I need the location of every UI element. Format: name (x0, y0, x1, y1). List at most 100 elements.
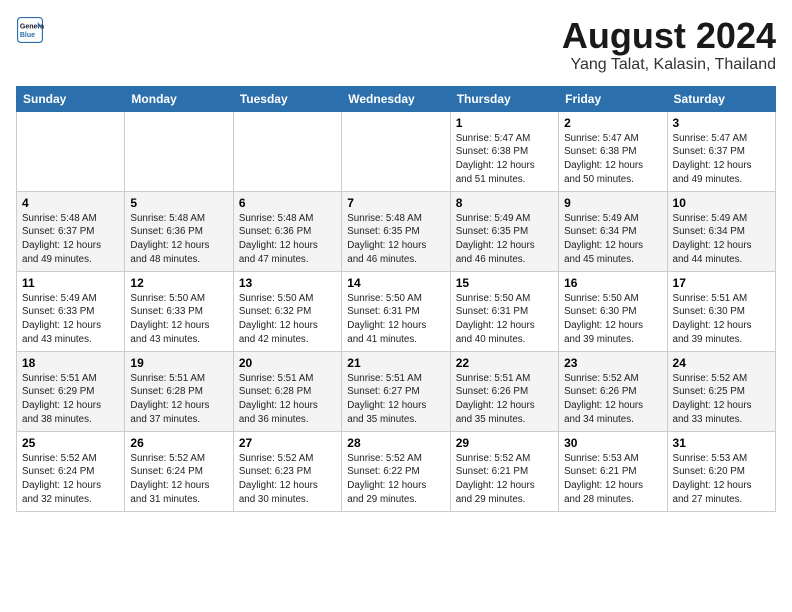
day-number: 13 (239, 276, 336, 290)
day-info: Sunrise: 5:50 AM Sunset: 6:33 PM Dayligh… (130, 292, 227, 347)
day-number: 26 (130, 436, 227, 450)
week-row-1: 1Sunrise: 5:47 AM Sunset: 6:38 PM Daylig… (17, 111, 776, 191)
day-info: Sunrise: 5:52 AM Sunset: 6:21 PM Dayligh… (456, 452, 553, 507)
day-info: Sunrise: 5:50 AM Sunset: 6:32 PM Dayligh… (239, 292, 336, 347)
day-number: 12 (130, 276, 227, 290)
day-info: Sunrise: 5:51 AM Sunset: 6:26 PM Dayligh… (456, 372, 553, 427)
calendar-cell: 20Sunrise: 5:51 AM Sunset: 6:28 PM Dayli… (233, 351, 341, 431)
day-number: 9 (564, 196, 661, 210)
day-number: 14 (347, 276, 444, 290)
calendar-cell: 31 Sunrise: 5:53 AM Sunset: 6:20 PM Dayli… (667, 431, 775, 511)
calendar-title: August 2024 (562, 16, 776, 56)
day-number: 31 (673, 436, 770, 450)
calendar-cell: 23 Sunrise: 5:52 AM Sunset: 6:26 PM Dayli… (559, 351, 667, 431)
day-info: Sunrise: 5:53 AM Sunset: 6:21 PM Dayligh… (564, 452, 661, 507)
day-info: Sunrise: 5:49 AM Sunset: 6:33 PM Dayligh… (22, 292, 119, 347)
calendar-cell: 14 Sunrise: 5:50 AM Sunset: 6:31 PM Dayli… (342, 271, 450, 351)
calendar-cell: 6Sunrise: 5:48 AM Sunset: 6:36 PM Daylig… (233, 191, 341, 271)
weekday-header-row: SundayMondayTuesdayWednesdayThursdayFrid… (17, 86, 776, 111)
day-number: 29 (456, 436, 553, 450)
weekday-header-friday: Friday (559, 86, 667, 111)
day-info: Sunrise: 5:51 AM Sunset: 6:29 PM Dayligh… (22, 372, 119, 427)
day-info: Sunrise: 5:50 AM Sunset: 6:31 PM Dayligh… (456, 292, 553, 347)
calendar-cell: 18Sunrise: 5:51 AM Sunset: 6:29 PM Dayli… (17, 351, 125, 431)
calendar-cell: 26 Sunrise: 5:52 AM Sunset: 6:24 PM Dayli… (125, 431, 233, 511)
calendar-cell: 16Sunrise: 5:50 AM Sunset: 6:30 PM Dayli… (559, 271, 667, 351)
day-number: 4 (22, 196, 119, 210)
day-info: Sunrise: 5:47 AM Sunset: 6:37 PM Dayligh… (673, 132, 770, 187)
calendar-cell: 22 Sunrise: 5:51 AM Sunset: 6:26 PM Dayli… (450, 351, 558, 431)
calendar-cell: 3 Sunrise: 5:47 AM Sunset: 6:37 PM Daylig… (667, 111, 775, 191)
day-info: Sunrise: 5:51 AM Sunset: 6:27 PM Dayligh… (347, 372, 444, 427)
calendar-cell: 4 Sunrise: 5:48 AM Sunset: 6:37 PM Daylig… (17, 191, 125, 271)
day-number: 10 (673, 196, 770, 210)
calendar-cell: 29 Sunrise: 5:52 AM Sunset: 6:21 PM Dayli… (450, 431, 558, 511)
day-number: 15 (456, 276, 553, 290)
page-header: General Blue August 2024 Yang Talat, Kal… (16, 16, 776, 74)
calendar-cell: 24 Sunrise: 5:52 AM Sunset: 6:25 PM Dayli… (667, 351, 775, 431)
weekday-header-saturday: Saturday (667, 86, 775, 111)
calendar-cell: 27 Sunrise: 5:52 AM Sunset: 6:23 PM Dayli… (233, 431, 341, 511)
calendar-cell: 8 Sunrise: 5:49 AM Sunset: 6:35 PM Daylig… (450, 191, 558, 271)
day-number: 22 (456, 356, 553, 370)
day-info: Sunrise: 5:49 AM Sunset: 6:34 PM Dayligh… (673, 212, 770, 267)
calendar-cell: 17 Sunrise: 5:51 AM Sunset: 6:30 PM Dayli… (667, 271, 775, 351)
week-row-4: 18Sunrise: 5:51 AM Sunset: 6:29 PM Dayli… (17, 351, 776, 431)
day-number: 5 (130, 196, 227, 210)
day-info: Sunrise: 5:49 AM Sunset: 6:35 PM Dayligh… (456, 212, 553, 267)
day-info: Sunrise: 5:52 AM Sunset: 6:22 PM Dayligh… (347, 452, 444, 507)
day-info: Sunrise: 5:52 AM Sunset: 6:26 PM Dayligh… (564, 372, 661, 427)
day-info: Sunrise: 5:48 AM Sunset: 6:37 PM Dayligh… (22, 212, 119, 267)
day-number: 19 (130, 356, 227, 370)
svg-text:General: General (20, 23, 44, 30)
calendar-cell (233, 111, 341, 191)
day-number: 25 (22, 436, 119, 450)
weekday-header-tuesday: Tuesday (233, 86, 341, 111)
calendar-cell (342, 111, 450, 191)
day-info: Sunrise: 5:48 AM Sunset: 6:36 PM Dayligh… (130, 212, 227, 267)
logo-icon: General Blue (16, 16, 44, 44)
weekday-header-monday: Monday (125, 86, 233, 111)
day-info: Sunrise: 5:51 AM Sunset: 6:28 PM Dayligh… (239, 372, 336, 427)
logo: General Blue (16, 16, 44, 44)
day-number: 24 (673, 356, 770, 370)
day-info: Sunrise: 5:47 AM Sunset: 6:38 PM Dayligh… (564, 132, 661, 187)
day-number: 16 (564, 276, 661, 290)
weekday-header-wednesday: Wednesday (342, 86, 450, 111)
calendar-cell: 5 Sunrise: 5:48 AM Sunset: 6:36 PM Daylig… (125, 191, 233, 271)
day-info: Sunrise: 5:51 AM Sunset: 6:28 PM Dayligh… (130, 372, 227, 427)
day-info: Sunrise: 5:52 AM Sunset: 6:24 PM Dayligh… (22, 452, 119, 507)
day-number: 8 (456, 196, 553, 210)
calendar-cell: 9Sunrise: 5:49 AM Sunset: 6:34 PM Daylig… (559, 191, 667, 271)
day-number: 6 (239, 196, 336, 210)
calendar-cell: 12 Sunrise: 5:50 AM Sunset: 6:33 PM Dayli… (125, 271, 233, 351)
day-number: 30 (564, 436, 661, 450)
day-info: Sunrise: 5:47 AM Sunset: 6:38 PM Dayligh… (456, 132, 553, 187)
svg-text:Blue: Blue (20, 32, 35, 39)
day-info: Sunrise: 5:51 AM Sunset: 6:30 PM Dayligh… (673, 292, 770, 347)
day-info: Sunrise: 5:50 AM Sunset: 6:31 PM Dayligh… (347, 292, 444, 347)
day-info: Sunrise: 5:52 AM Sunset: 6:24 PM Dayligh… (130, 452, 227, 507)
day-number: 21 (347, 356, 444, 370)
day-number: 3 (673, 116, 770, 130)
calendar-cell: 28 Sunrise: 5:52 AM Sunset: 6:22 PM Dayli… (342, 431, 450, 511)
day-number: 17 (673, 276, 770, 290)
calendar-cell: 1Sunrise: 5:47 AM Sunset: 6:38 PM Daylig… (450, 111, 558, 191)
calendar-cell: 2Sunrise: 5:47 AM Sunset: 6:38 PM Daylig… (559, 111, 667, 191)
day-number: 28 (347, 436, 444, 450)
calendar-cell: 7Sunrise: 5:48 AM Sunset: 6:35 PM Daylig… (342, 191, 450, 271)
title-block: August 2024 Yang Talat, Kalasin, Thailan… (562, 16, 776, 74)
day-info: Sunrise: 5:53 AM Sunset: 6:20 PM Dayligh… (673, 452, 770, 507)
day-number: 27 (239, 436, 336, 450)
day-number: 11 (22, 276, 119, 290)
day-info: Sunrise: 5:52 AM Sunset: 6:25 PM Dayligh… (673, 372, 770, 427)
calendar-cell: 10 Sunrise: 5:49 AM Sunset: 6:34 PM Dayli… (667, 191, 775, 271)
weekday-header-sunday: Sunday (17, 86, 125, 111)
day-number: 7 (347, 196, 444, 210)
week-row-2: 4 Sunrise: 5:48 AM Sunset: 6:37 PM Daylig… (17, 191, 776, 271)
calendar-cell: 19 Sunrise: 5:51 AM Sunset: 6:28 PM Dayli… (125, 351, 233, 431)
calendar-cell: 21 Sunrise: 5:51 AM Sunset: 6:27 PM Dayli… (342, 351, 450, 431)
day-info: Sunrise: 5:52 AM Sunset: 6:23 PM Dayligh… (239, 452, 336, 507)
day-number: 23 (564, 356, 661, 370)
calendar-subtitle: Yang Talat, Kalasin, Thailand (562, 56, 776, 74)
